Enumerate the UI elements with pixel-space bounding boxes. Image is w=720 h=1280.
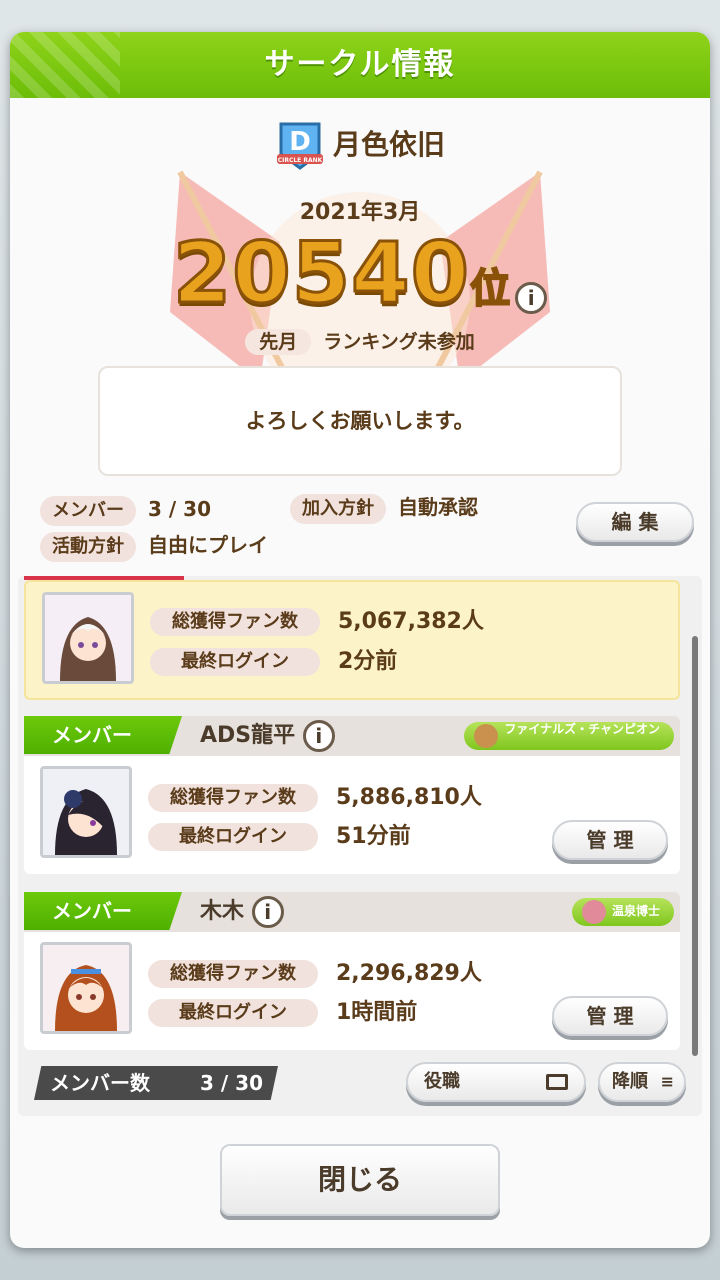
member-title-badge[interactable]: ファイナルズ・チャンピオン (464, 722, 674, 750)
ranking-display: 20540位 i (10, 223, 710, 324)
avatar (42, 592, 134, 684)
activity-policy-meta: 活動方針 自由にプレイ (40, 530, 268, 562)
fans-value: 5,886,810人 (336, 785, 482, 810)
fans-value: 5,067,382人 (338, 609, 484, 634)
members-value: 3 / 30 (148, 497, 211, 521)
sort-role-button[interactable]: 役職 (406, 1062, 586, 1102)
avatar (40, 766, 132, 858)
activity-policy-value: 自由にプレイ (148, 533, 268, 557)
edit-button[interactable]: 編 集 (576, 502, 694, 542)
member-title-badge[interactable]: 温泉博士 (571, 898, 674, 926)
sort-order-label: 降順 (612, 1071, 648, 1092)
dialog-title: サークル情報 (10, 32, 710, 98)
fans-label: 総獲得ファン数 (148, 784, 318, 812)
window-icon (546, 1074, 568, 1090)
member-role-badge: メンバー (24, 716, 182, 754)
members-label: メンバー (40, 496, 136, 526)
close-button[interactable]: 閉じる (220, 1144, 500, 1216)
members-meta: メンバー 3 / 30 (40, 494, 211, 526)
member-name: 木木 i (200, 896, 284, 928)
activity-policy-label: 活動方針 (40, 532, 136, 562)
member-count-label: メンバー数 (50, 1071, 150, 1095)
svg-text:CIRCLE RANK: CIRCLE RANK (278, 157, 323, 164)
fans-label: 総獲得ファン数 (150, 608, 320, 636)
svg-text:D: D (289, 127, 311, 157)
member-card[interactable]: メンバー 木木 i 温泉博士 総獲得ファン数 2,296,829人 最終ログイン… (24, 892, 680, 1050)
join-policy-value: 自動承認 (398, 495, 478, 519)
join-policy-meta: 加入方針 自動承認 (290, 492, 478, 524)
login-label: 最終ログイン (150, 648, 320, 676)
list-scrollbar[interactable] (692, 636, 698, 1056)
member-count-value: 3 / 30 (200, 1071, 263, 1095)
manage-button[interactable]: 管 理 (552, 820, 668, 860)
member-card[interactable]: メンバー ADS龍平 i ファイナルズ・チャンピオン 総獲得ファン数 5,886… (24, 716, 680, 874)
sort-lines-icon: ≡ (660, 1072, 674, 1091)
member-card-self[interactable]: 総獲得ファン数 5,067,382人 最終ログイン 2分前 (24, 580, 680, 700)
member-info-icon[interactable]: i (302, 720, 335, 752)
circle-rank-d-icon: D CIRCLE RANK (276, 122, 323, 170)
fans-label: 総獲得ファン数 (148, 960, 318, 988)
circle-name: 月色依旧 (332, 128, 445, 161)
member-list[interactable]: 総獲得ファン数 5,067,382人 最終ログイン 2分前 メンバー ADS龍平… (18, 576, 702, 1116)
ranking-number: 20540 (171, 223, 471, 324)
ranking-info-icon[interactable]: i (515, 281, 548, 314)
onsen-icon (581, 900, 606, 924)
ranking-unit: 位 (469, 265, 511, 313)
member-name: ADS龍平 i (200, 720, 335, 752)
last-month-ranking: 先月 ランキング未参加 (10, 327, 710, 355)
join-policy-label: 加入方針 (290, 494, 386, 524)
fans-value: 2,296,829人 (336, 961, 482, 986)
last-month-value: ランキング未参加 (323, 331, 475, 353)
ranking-month: 2021年3月 (299, 200, 421, 225)
trophy-icon (474, 724, 499, 748)
circle-message: よろしくお願いします。 (98, 366, 622, 476)
login-value: 51分前 (336, 824, 411, 849)
login-value: 1時間前 (336, 1000, 418, 1025)
last-month-label: 先月 (245, 329, 312, 355)
member-info-icon[interactable]: i (251, 896, 284, 928)
sort-role-label: 役職 (424, 1071, 460, 1092)
login-label: 最終ログイン (148, 823, 318, 851)
manage-button[interactable]: 管 理 (552, 996, 668, 1036)
circle-name-row: D CIRCLE RANK 月色依旧 (10, 120, 710, 172)
avatar (40, 942, 132, 1034)
member-role-badge: メンバー (24, 892, 182, 930)
member-count-bar: メンバー数 3 / 30 (34, 1066, 278, 1100)
login-value: 2分前 (338, 649, 398, 674)
circle-info-dialog: サークル情報 D CIRCLE RANK 月色依旧 2021年3月 20540位… (10, 32, 710, 1248)
login-label: 最終ログイン (148, 999, 318, 1027)
sort-order-button[interactable]: 降順 ≡ (598, 1062, 686, 1102)
